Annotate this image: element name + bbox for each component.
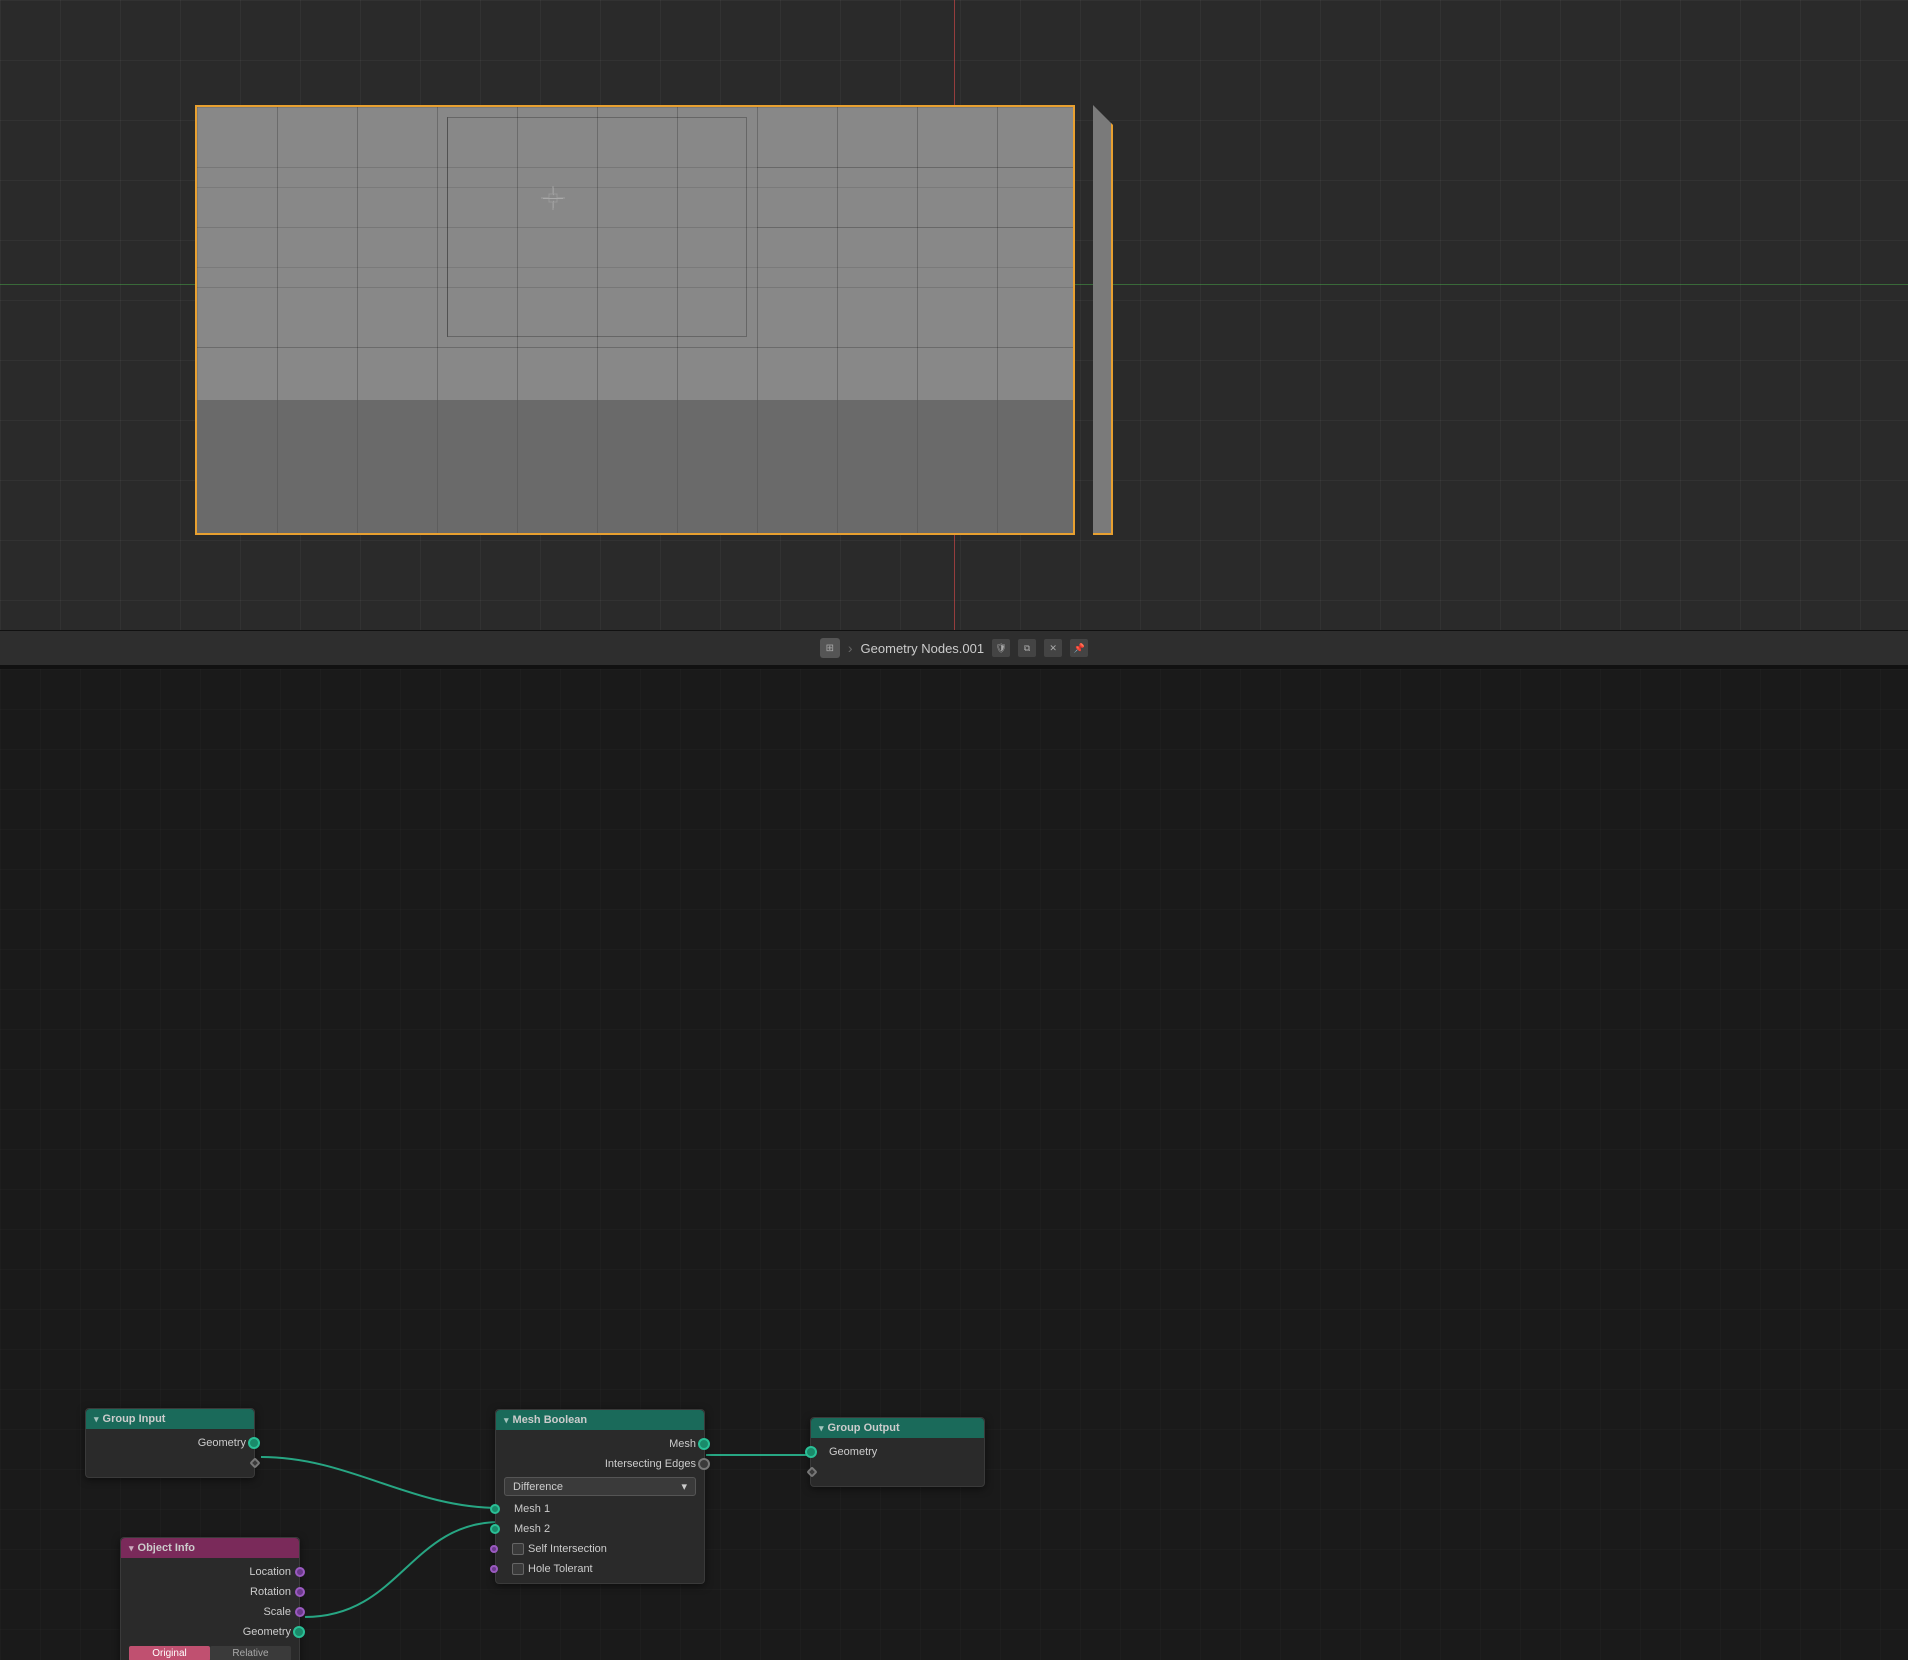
group-output-geometry-label: Geometry bbox=[819, 1446, 877, 1458]
mesh-top-face bbox=[195, 105, 1075, 405]
group-input-geometry-socket[interactable] bbox=[248, 1437, 260, 1449]
group-input-header: ▾ Group Input bbox=[86, 1409, 254, 1429]
mesh-boolean-self-row: Self Intersection bbox=[496, 1539, 704, 1559]
chevron-icon: ▾ bbox=[504, 1415, 509, 1426]
mesh-boolean-intersecting-socket[interactable] bbox=[698, 1458, 710, 1470]
group-input-extra-row bbox=[86, 1453, 254, 1473]
copy-icon[interactable]: ⧉ bbox=[1018, 639, 1036, 657]
chevron-icon: ▾ bbox=[129, 1543, 134, 1554]
mesh-boolean-mesh-out-row: Mesh bbox=[496, 1434, 704, 1454]
crosshair bbox=[541, 186, 565, 210]
shield-icon[interactable]: 🛡 bbox=[992, 639, 1010, 657]
group-input-geometry-label: Geometry bbox=[198, 1437, 246, 1449]
object-info-header: ▾ Object Info bbox=[121, 1538, 299, 1558]
object-info-title: Object Info bbox=[138, 1542, 195, 1554]
object-info-rotation-row: Rotation bbox=[121, 1582, 299, 1602]
node-editor[interactable]: ▾ Group Input Geometry ▾ Object Info Loc… bbox=[0, 669, 1908, 1660]
mesh-boolean-intersecting-label: Intersecting Edges bbox=[605, 1458, 696, 1470]
object-info-location-row: Location bbox=[121, 1562, 299, 1582]
group-input-node: ▾ Group Input Geometry bbox=[85, 1408, 255, 1478]
pin-icon[interactable]: 📌 bbox=[1070, 639, 1088, 657]
object-info-geometry-socket[interactable] bbox=[293, 1626, 305, 1638]
mesh-boolean-mesh1-row: Mesh 1 bbox=[496, 1499, 704, 1519]
mesh-boolean-title: Mesh Boolean bbox=[513, 1414, 588, 1426]
mesh-boolean-mesh2-label: Mesh 2 bbox=[504, 1523, 550, 1535]
group-output-extra-row bbox=[811, 1462, 984, 1482]
object-info-body: Location Rotation Scale Geometry Origina… bbox=[121, 1558, 299, 1660]
group-output-body: Geometry bbox=[811, 1438, 984, 1486]
mesh-inner-rect bbox=[447, 117, 747, 337]
group-input-body: Geometry bbox=[86, 1429, 254, 1477]
object-info-node: ▾ Object Info Location Rotation Scale Ge… bbox=[120, 1537, 300, 1660]
toolbar-divider: › bbox=[848, 640, 853, 656]
mesh-boolean-body: Mesh Intersecting Edges Difference ▾ Mes… bbox=[496, 1430, 704, 1583]
object-info-scale-socket[interactable] bbox=[295, 1607, 305, 1617]
object-info-rotation-socket[interactable] bbox=[295, 1587, 305, 1597]
object-info-scale-label: Scale bbox=[263, 1606, 291, 1618]
mesh-boolean-self-socket[interactable] bbox=[490, 1545, 498, 1553]
group-output-title: Group Output bbox=[828, 1422, 900, 1434]
mesh-right-face bbox=[1093, 105, 1113, 535]
object-info-mode-buttons: Original Relative bbox=[129, 1646, 291, 1660]
original-button[interactable]: Original bbox=[129, 1646, 210, 1660]
mesh-boolean-mesh1-socket[interactable] bbox=[490, 1504, 500, 1514]
object-info-geometry-row: Geometry bbox=[121, 1622, 299, 1642]
node-editor-icon: ⊞ bbox=[820, 638, 840, 658]
mesh-boolean-hole-row: Hole Tolerant bbox=[496, 1559, 704, 1579]
group-output-geometry-row: Geometry bbox=[811, 1442, 984, 1462]
mesh-boolean-dropdown[interactable]: Difference ▾ bbox=[504, 1477, 696, 1496]
object-info-location-label: Location bbox=[249, 1566, 291, 1578]
mesh-boolean-node: ▾ Mesh Boolean Mesh Intersecting Edges D… bbox=[495, 1409, 705, 1584]
mesh-boolean-mesh1-label: Mesh 1 bbox=[504, 1503, 550, 1515]
group-output-header: ▾ Group Output bbox=[811, 1418, 984, 1438]
node-editor-toolbar: ⊞ › Geometry Nodes.001 🛡 ⧉ ✕ 📌 bbox=[0, 630, 1908, 666]
mesh-boolean-mesh-out-label: Mesh bbox=[669, 1438, 696, 1450]
chevron-icon: ▾ bbox=[94, 1414, 99, 1425]
self-intersection-checkbox[interactable] bbox=[512, 1543, 524, 1555]
group-output-node: ▾ Group Output Geometry bbox=[810, 1417, 985, 1487]
3d-viewport[interactable] bbox=[0, 0, 1908, 630]
mesh-front-face bbox=[195, 400, 1075, 535]
node-editor-grid bbox=[0, 669, 1908, 1660]
object-info-location-socket[interactable] bbox=[295, 1567, 305, 1577]
mesh-extra-h2 bbox=[757, 227, 1073, 228]
mesh-boolean-mesh2-row: Mesh 2 bbox=[496, 1519, 704, 1539]
chevron-icon: ▾ bbox=[819, 1423, 824, 1434]
group-input-geometry-row: Geometry bbox=[86, 1433, 254, 1453]
group-output-geometry-socket[interactable] bbox=[805, 1446, 817, 1458]
close-icon[interactable]: ✕ bbox=[1044, 639, 1062, 657]
mesh-boolean-dropdown-value: Difference bbox=[513, 1481, 563, 1493]
mesh-boolean-header: ▾ Mesh Boolean bbox=[496, 1410, 704, 1430]
mesh-boolean-intersecting-row: Intersecting Edges bbox=[496, 1454, 704, 1474]
mesh-notch-vline bbox=[447, 117, 448, 337]
relative-button[interactable]: Relative bbox=[210, 1646, 291, 1660]
object-info-scale-row: Scale bbox=[121, 1602, 299, 1622]
mesh-boolean-hole-label: Hole Tolerant bbox=[528, 1563, 593, 1575]
mesh-boolean-mesh-out-socket[interactable] bbox=[698, 1438, 710, 1450]
object-info-geometry-label: Geometry bbox=[243, 1626, 291, 1638]
mesh-boolean-hole-socket[interactable] bbox=[490, 1565, 498, 1573]
chevron-down-icon: ▾ bbox=[681, 1480, 687, 1493]
hole-tolerant-checkbox[interactable] bbox=[512, 1563, 524, 1575]
mesh-boolean-self-label: Self Intersection bbox=[528, 1543, 607, 1555]
toolbar-title: Geometry Nodes.001 bbox=[861, 641, 985, 656]
mesh-extra-h1 bbox=[757, 167, 1073, 168]
3d-mesh-object bbox=[175, 105, 1095, 535]
object-info-rotation-label: Rotation bbox=[250, 1586, 291, 1598]
mesh-boolean-mesh2-socket[interactable] bbox=[490, 1524, 500, 1534]
group-input-title: Group Input bbox=[103, 1413, 166, 1425]
